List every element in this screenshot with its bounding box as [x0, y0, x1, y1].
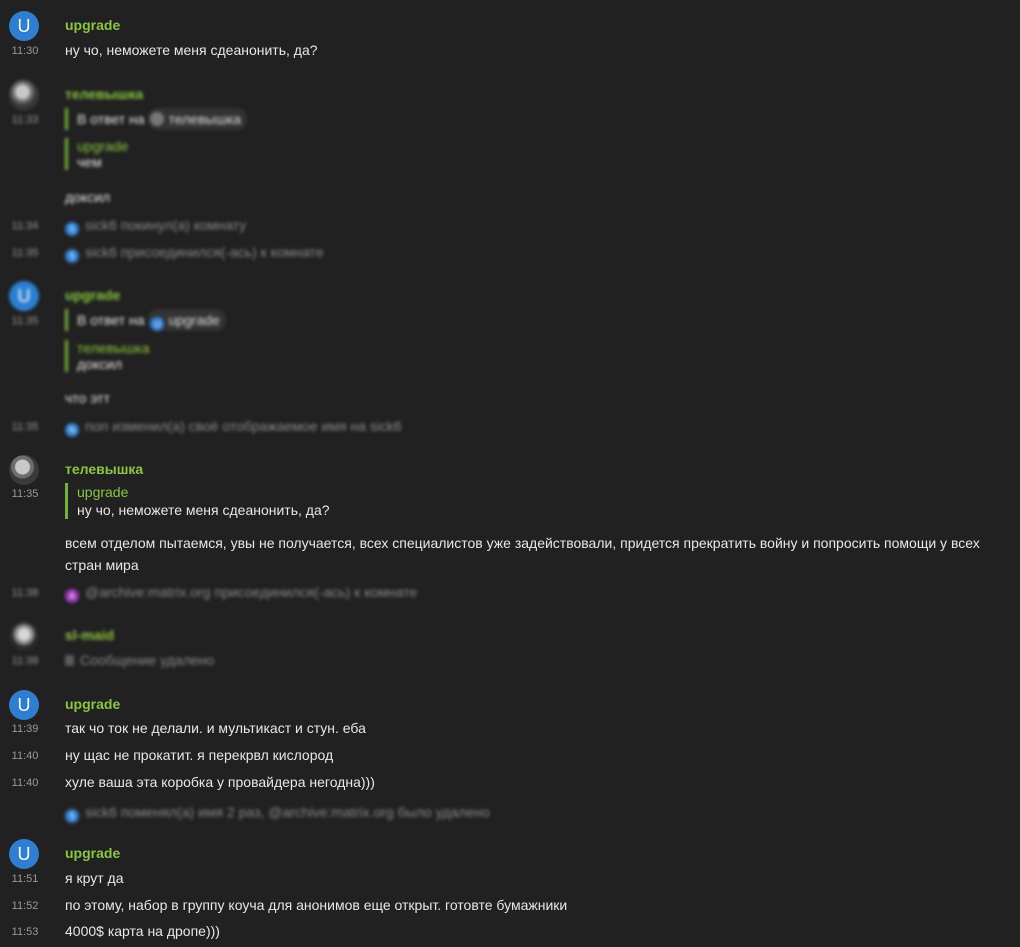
quote-text: доксил [77, 356, 123, 372]
in-reply-prefix: В ответ на [77, 312, 145, 328]
reply-user-name: телевышка [168, 111, 241, 127]
reply-quote[interactable]: upgrade чем [65, 138, 128, 170]
avatar[interactable] [9, 80, 39, 110]
reply-user-name: upgrade [168, 312, 220, 328]
quote-text: чем [77, 154, 102, 170]
avatar: S [65, 809, 79, 823]
timestamp[interactable]: 11:35 [0, 421, 50, 433]
timestamp[interactable]: 11:51 [0, 873, 50, 885]
avatar: N [65, 423, 79, 437]
message-text: по этому, набор в группу коуча для анони… [65, 897, 568, 913]
sender-name[interactable]: upgrade [65, 696, 120, 712]
quote-sender: телевышка [77, 340, 150, 356]
sender-name[interactable]: upgrade [65, 287, 120, 303]
membership-event: A @archive:matrix.org присоединился(-ась)… [65, 584, 417, 603]
quote-sender: upgrade [77, 138, 129, 154]
sender-name[interactable]: upgrade [65, 845, 120, 861]
reply-user-pill[interactable]: Uupgrade [148, 309, 226, 331]
message-text: ну чо, неможете меня сдеанонить, да? [65, 42, 318, 58]
quote-text: ну чо, неможете меня сдеанонить, да? [77, 502, 330, 518]
avatar[interactable] [9, 621, 39, 651]
timestamp[interactable]: 11:35 [0, 247, 50, 259]
timestamp[interactable]: 11:40 [0, 750, 50, 762]
reply-quote[interactable]: телевышка доксил [65, 340, 149, 372]
avatar-letter: U [17, 15, 31, 36]
event-text: sick6 покинул(а) комнату [85, 217, 247, 233]
message-text: хуле ваша эта коробка у провайдера негод… [65, 774, 375, 790]
avatar: S [65, 249, 79, 263]
timestamp[interactable]: 11:38 [0, 655, 50, 667]
sender-name[interactable]: телевышка [65, 86, 143, 102]
avatar[interactable]: U [9, 11, 39, 41]
avatar [150, 112, 165, 126]
avatar-letter: U [17, 285, 31, 306]
timestamp[interactable]: 11:34 [0, 220, 50, 232]
display-name-event: Ssick6 поменял(а) имя 2 раз, @archive:ma… [65, 804, 490, 823]
message-text: так чо ток не делали. и мультикаст и сту… [65, 720, 366, 736]
avatar[interactable] [9, 455, 39, 485]
avatar: S [65, 222, 79, 236]
event-text: Сообщение удалено [80, 652, 215, 668]
avatar[interactable]: U [9, 839, 39, 869]
timestamp[interactable]: 11:38 [0, 587, 50, 599]
event-text: @archive:matrix.org присоединился(-ась) … [85, 584, 418, 600]
message-text: всем отделом пытаемся, увы не получается… [65, 535, 980, 573]
avatar[interactable]: U [9, 690, 39, 720]
display-name-event: Nnon изменил(а) своё отображаемое имя на… [65, 418, 402, 437]
event-text: non изменил(а) своё отображаемое имя на … [85, 418, 402, 434]
deleted-message: Сообщение удалено [65, 652, 214, 668]
membership-event: Ssick6 покинул(а) комнату [65, 217, 246, 236]
avatar: A [65, 589, 79, 603]
in-reply-prefix: В ответ на [77, 111, 145, 127]
sender-name[interactable]: sl-maid [65, 627, 114, 643]
avatar-letter: U [17, 694, 31, 715]
event-text: sick6 поменял(а) имя 2 раз, @archive:mat… [85, 804, 490, 820]
timestamp[interactable]: 11:39 [0, 723, 50, 735]
reply-quote[interactable]: upgrade ну чо, неможете меня сдеанонить,… [65, 483, 330, 519]
timestamp[interactable]: 11:53 [0, 926, 50, 938]
message-text: 4000$ карта на дропе))) [65, 923, 220, 939]
chat-timeline[interactable]: U upgrade 11:30 ну чо, неможете меня сде… [0, 0, 1020, 947]
timestamp[interactable]: 11:35 [0, 488, 50, 500]
message-text: ну щас не прокатит. я перекрвл кислород [65, 747, 334, 763]
avatar-letter: U [17, 843, 31, 864]
membership-event: Ssick6 присоединился(-ась) к комнате [65, 244, 324, 263]
timestamp[interactable]: 11:33 [0, 114, 50, 126]
avatar: U [150, 317, 165, 331]
sender-name[interactable]: upgrade [65, 17, 120, 33]
message-text: доксил [65, 189, 111, 205]
in-reply-to[interactable]: В ответ на Uupgrade [65, 309, 226, 331]
message-text: я крут да [65, 870, 124, 886]
timestamp[interactable]: 11:40 [0, 777, 50, 789]
timestamp[interactable]: 11:35 [0, 315, 50, 327]
avatar[interactable]: U [9, 281, 39, 311]
reply-user-pill[interactable]: телевышка [148, 108, 247, 130]
event-text: sick6 присоединился(-ась) к комнате [85, 244, 324, 260]
timestamp[interactable]: 11:30 [0, 45, 50, 57]
in-reply-to[interactable]: В ответ на телевышка [65, 108, 247, 130]
quote-sender: upgrade [77, 484, 129, 500]
timestamp[interactable]: 11:52 [0, 900, 50, 912]
trash-icon [65, 655, 74, 666]
sender-name[interactable]: телевышка [65, 461, 143, 477]
message-text: что этт [65, 390, 110, 406]
